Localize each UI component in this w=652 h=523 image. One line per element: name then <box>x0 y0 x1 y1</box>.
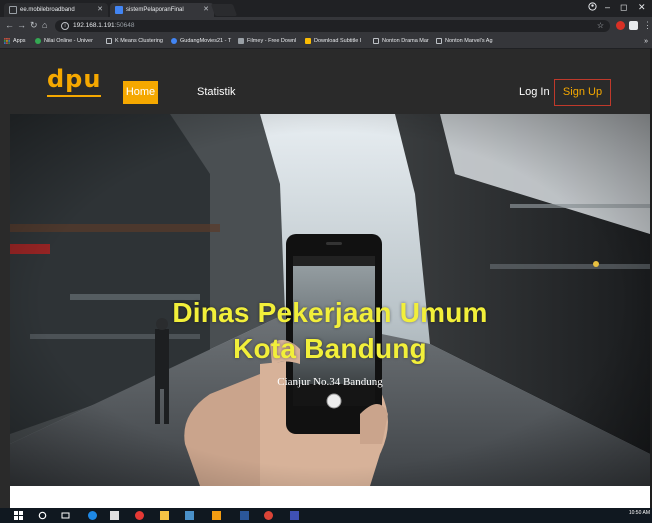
windows-taskbar: 10:50 AM <box>0 508 652 523</box>
page-icon <box>9 6 17 14</box>
screen: ee.mobilebroadband ✕ sistemPelaporanFina… <box>0 0 652 523</box>
account-icon[interactable] <box>588 2 597 13</box>
site-logo[interactable]: dpu <box>47 67 101 91</box>
url-port: :50648 <box>114 22 135 29</box>
forward-icon[interactable]: → <box>17 19 26 31</box>
minimize-icon[interactable]: – <box>605 2 610 12</box>
photos-icon[interactable] <box>185 511 194 520</box>
bookmark-gudangmovies[interactable]: GudangMovies21 - T <box>171 34 231 49</box>
bookmark-nonton-marvel[interactable]: Nonton Marvel's Ag <box>436 34 493 49</box>
url-text: 192.168.1.191:50648 <box>73 20 134 32</box>
bookmark-label: Filmey - Free Downl <box>247 38 297 44</box>
nav-statistik-link[interactable]: Statistik <box>197 81 236 104</box>
nav-signup-button[interactable]: Sign Up <box>554 79 611 106</box>
page-icon <box>373 38 379 44</box>
opera-icon[interactable] <box>135 511 144 520</box>
task-view-icon[interactable] <box>61 511 70 520</box>
logo-underline <box>47 95 101 97</box>
nav-home-link[interactable]: Home <box>123 81 158 104</box>
browser-toolbar: ← → ↻ ⌂ i 192.168.1.191:50648 ☆ ⋮ <box>0 17 652 34</box>
search-icon[interactable] <box>38 511 47 520</box>
address-bar[interactable]: i 192.168.1.191:50648 ☆ <box>55 20 610 32</box>
bookmark-label: Apps <box>13 38 26 44</box>
apps-grid-icon <box>4 38 10 44</box>
page-icon <box>106 38 112 44</box>
bookmark-label: GudangMovies21 - T <box>180 38 232 44</box>
file-explorer-icon[interactable] <box>160 511 169 520</box>
bookmark-download-subtitle[interactable]: Download Subtitle I <box>305 34 361 49</box>
bookmark-icon <box>238 38 244 44</box>
bookmark-label: Download Subtitle I <box>314 38 362 44</box>
bookmarks-overflow-icon[interactable]: » <box>644 34 648 49</box>
bookmark-label: Nonton Drama Mar <box>382 38 429 44</box>
extension-icon[interactable] <box>629 21 638 30</box>
info-icon[interactable]: i <box>61 22 69 30</box>
bookmark-kmeans[interactable]: K Means Clustering <box>106 34 163 49</box>
reload-icon[interactable]: ↻ <box>30 19 38 31</box>
bookmark-label: K Means Clustering <box>115 38 163 44</box>
new-tab-button[interactable] <box>210 4 238 16</box>
close-tab-icon[interactable]: ✕ <box>97 3 103 17</box>
hero-banner: Dinas Pekerjaan Umum Kota Bandung Cianju… <box>10 114 650 486</box>
bookmarks-bar: Apps Nilai Online - Univer K Means Clust… <box>0 34 652 49</box>
hero-title-line2: Kota Bandung <box>233 333 427 364</box>
tab-title: sistemPelaporanFinal <box>126 7 184 13</box>
sublime-icon[interactable] <box>212 511 221 520</box>
bookmark-icon <box>35 38 41 44</box>
bookmark-nonton-drama[interactable]: Nonton Drama Mar <box>373 34 429 49</box>
app-icon[interactable] <box>290 511 299 520</box>
chrome-icon[interactable] <box>264 511 273 520</box>
browser-tabstrip: ee.mobilebroadband ✕ sistemPelaporanFina… <box>0 0 652 17</box>
extension-icon[interactable] <box>616 21 625 30</box>
hero-title-line1: Dinas Pekerjaan Umum <box>172 297 488 328</box>
maximize-icon[interactable]: ◻ <box>620 2 627 13</box>
bookmark-filmey[interactable]: Filmey - Free Downl <box>238 34 296 49</box>
bookmark-icon <box>171 38 177 44</box>
bookmark-icon <box>305 38 311 44</box>
app-favicon-icon <box>115 6 123 14</box>
site-navbar: dpu Home Statistik Log In Sign Up <box>10 49 650 114</box>
tab-title: ee.mobilebroadband <box>20 7 75 13</box>
browser-tab-1[interactable]: ee.mobilebroadband ✕ <box>4 3 108 17</box>
hero-address: Cianjur No.34 Bandung <box>277 376 383 388</box>
menu-icon[interactable]: ⋮ <box>643 19 652 31</box>
browser-tab-2[interactable]: sistemPelaporanFinal ✕ <box>110 3 214 17</box>
back-icon[interactable]: ← <box>5 19 14 31</box>
bookmark-star-icon[interactable]: ☆ <box>597 20 604 32</box>
word-icon[interactable] <box>240 511 249 520</box>
bookmark-apps[interactable]: Apps <box>4 34 26 49</box>
windows-start-icon[interactable] <box>14 511 23 520</box>
nav-login-link[interactable]: Log In <box>519 81 550 104</box>
page-left-edge <box>0 49 10 508</box>
store-icon[interactable] <box>110 511 119 520</box>
close-window-icon[interactable]: ✕ <box>638 2 646 13</box>
url-host: 192.168.1.191 <box>73 22 115 29</box>
bookmark-label: Nilai Online - Univer <box>44 38 93 44</box>
close-tab-icon[interactable]: ✕ <box>203 3 209 17</box>
bookmark-label: Nonton Marvel's Ag <box>445 38 493 44</box>
page-icon <box>436 38 442 44</box>
taskbar-clock[interactable]: 10:50 AM <box>629 510 650 516</box>
edge-icon[interactable] <box>88 511 97 520</box>
bookmark-nilai-online[interactable]: Nilai Online - Univer <box>35 34 93 49</box>
home-icon[interactable]: ⌂ <box>42 19 47 31</box>
